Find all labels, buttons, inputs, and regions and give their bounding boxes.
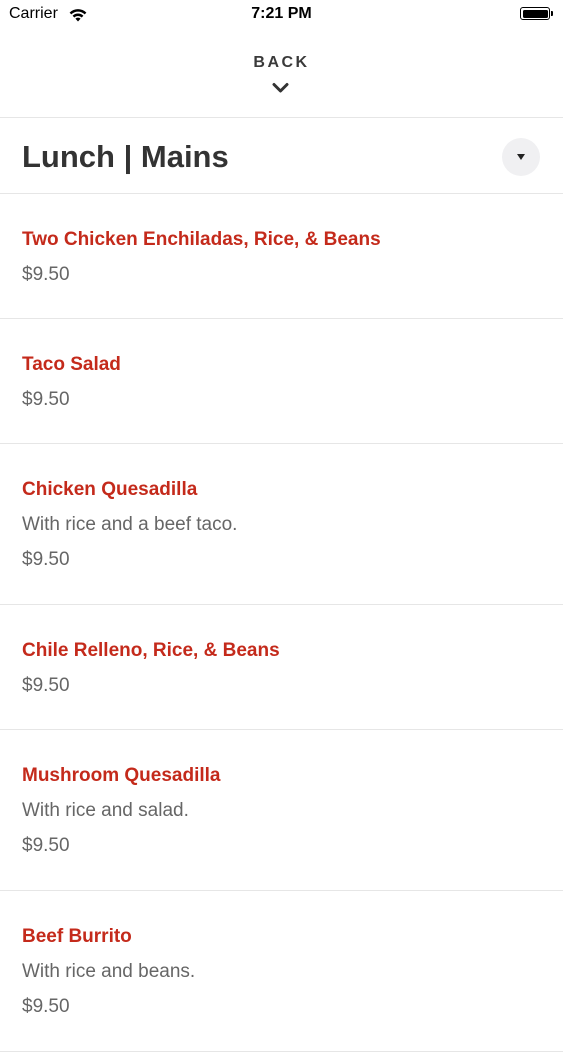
- menu-item[interactable]: Mushroom Quesadilla With rice and salad.…: [0, 730, 563, 891]
- menu-item-price: $9.50: [22, 835, 70, 856]
- back-button[interactable]: BACK: [0, 54, 563, 72]
- back-header[interactable]: BACK: [0, 30, 563, 118]
- menu-item[interactable]: Taco Salad $9.50: [0, 319, 563, 444]
- menu-item-name: Taco Salad: [22, 354, 121, 375]
- menu-item-description: With rice and beans.: [22, 961, 196, 982]
- menu-item-name: Mushroom Quesadilla: [22, 765, 221, 786]
- menu-item[interactable]: Chicken Quesadilla With rice and a beef …: [0, 444, 563, 605]
- menu-item-name: Chicken Quesadilla: [22, 479, 198, 500]
- menu-list: Two Chicken Enchiladas, Rice, & Beans $9…: [0, 194, 563, 1052]
- status-bar: Carrier 7:21 PM: [0, 0, 563, 30]
- menu-item-price: $9.50: [22, 549, 70, 570]
- menu-item-name: Two Chicken Enchiladas, Rice, & Beans: [22, 229, 381, 250]
- menu-item-name: Beef Burrito: [22, 926, 132, 947]
- menu-item-price: $9.50: [22, 389, 70, 410]
- menu-item-price: $9.50: [22, 675, 70, 696]
- menu-item-price: $9.50: [22, 264, 70, 285]
- page-title: Lunch | Mains: [22, 139, 229, 174]
- menu-item[interactable]: Two Chicken Enchiladas, Rice, & Beans $9…: [0, 194, 563, 319]
- caret-down-icon: [517, 154, 525, 160]
- section-dropdown-button[interactable]: [502, 138, 540, 176]
- chevron-down-icon[interactable]: [272, 82, 289, 94]
- menu-item-description: With rice and a beef taco.: [22, 514, 238, 535]
- battery-nub: [551, 11, 553, 16]
- menu-item-description: With rice and salad.: [22, 800, 189, 821]
- menu-item-name: Chile Relleno, Rice, & Beans: [22, 640, 280, 661]
- battery-icon: [520, 7, 550, 20]
- clock: 7:21 PM: [251, 5, 312, 22]
- section-header: Lunch | Mains: [0, 118, 563, 194]
- menu-item-price: $9.50: [22, 996, 70, 1017]
- menu-item[interactable]: Beef Burrito With rice and beans. $9.50: [0, 891, 563, 1052]
- menu-item[interactable]: Chile Relleno, Rice, & Beans $9.50: [0, 605, 563, 730]
